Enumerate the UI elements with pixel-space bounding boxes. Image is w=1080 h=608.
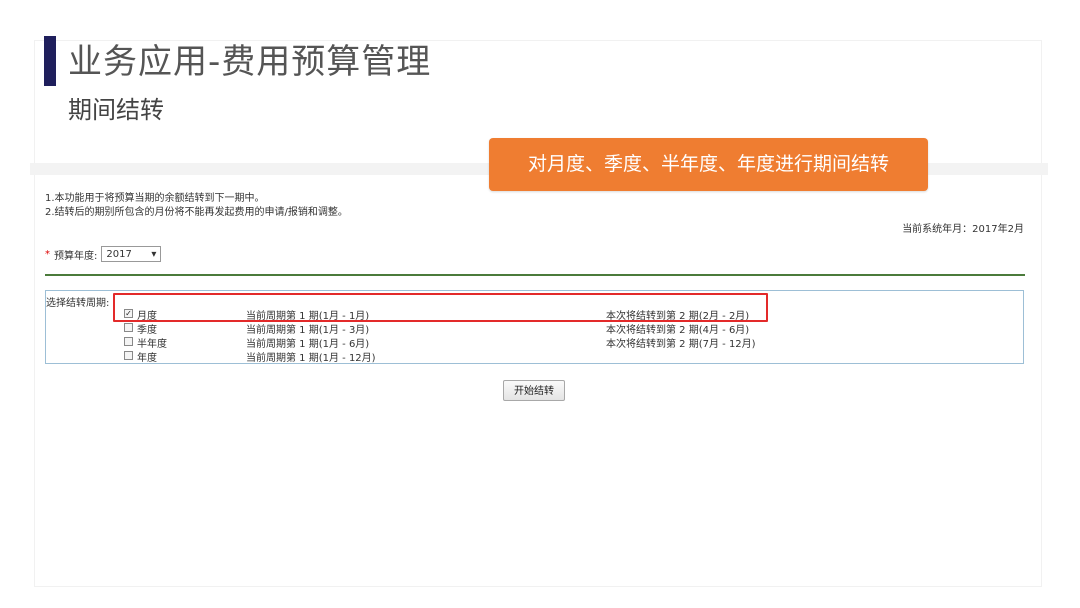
current-period: 当前周期第 1 期(1月 - 6月) <box>246 339 370 350</box>
required-mark: * <box>45 248 50 260</box>
callout-banner: 对月度、季度、半年度、年度进行期间结转 <box>489 138 928 191</box>
start-carryover-button[interactable]: 开始结转 <box>503 380 565 401</box>
period-row-half-year[interactable]: 半年度 当前周期第 1 期(1月 - 6月) 本次将结转到第 2 期(7月 - … <box>124 335 924 350</box>
budget-year-select[interactable]: 2017 ▾ <box>101 246 162 262</box>
checkbox-yearly[interactable] <box>124 351 133 360</box>
section-divider <box>45 274 1025 276</box>
period-label: 选择结转周期: <box>46 298 110 309</box>
budget-year-label: 预算年度: <box>54 250 98 262</box>
system-date: 当前系统年月：2017年2月 <box>902 224 1024 235</box>
period-name: 半年度 <box>137 339 167 350</box>
budget-year-row: * 预算年度: 2017 ▾ <box>45 246 162 262</box>
next-period: 本次将结转到第 2 期(7月 - 12月) <box>606 339 756 350</box>
checkbox-quarterly[interactable] <box>124 323 133 332</box>
budget-year-value: 2017 <box>106 248 132 260</box>
slide-subtitle: 期间结转 <box>68 96 164 124</box>
checkbox-half-year[interactable] <box>124 337 133 346</box>
monthly-highlight-box <box>113 293 768 322</box>
period-row-quarterly[interactable]: 季度 当前周期第 1 期(1月 - 3月) 本次将结转到第 2 期(4月 - 6… <box>124 321 924 336</box>
instructions: 1.本功能用于将预算当期的余额结转到下一期中。 2.结转后的期别所包含的月份将不… <box>45 192 348 220</box>
period-row-yearly[interactable]: 年度 当前周期第 1 期(1月 - 12月) <box>124 349 924 364</box>
period-name: 年度 <box>137 353 157 364</box>
caret-down-icon: ▾ <box>151 248 157 260</box>
slide-title: 业务应用-费用预算管理 <box>68 42 432 82</box>
instruction-line-2: 2.结转后的期别所包含的月份将不能再发起费用的申请/报销和调整。 <box>45 207 348 218</box>
period-name: 季度 <box>137 325 157 336</box>
current-period: 当前周期第 1 期(1月 - 3月) <box>246 325 370 336</box>
instruction-line-1: 1.本功能用于将预算当期的余额结转到下一期中。 <box>45 193 265 204</box>
next-period: 本次将结转到第 2 期(4月 - 6月) <box>606 325 750 336</box>
current-period: 当前周期第 1 期(1月 - 12月) <box>246 353 376 364</box>
title-accent-bar <box>44 36 56 86</box>
